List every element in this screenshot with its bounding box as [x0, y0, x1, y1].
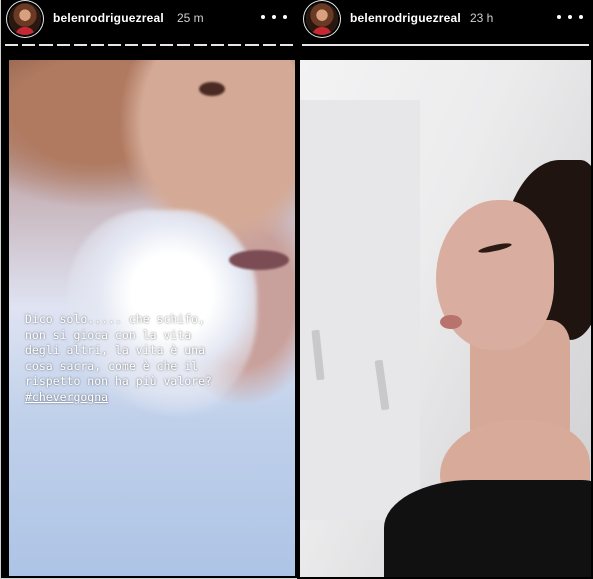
- post-time: 23 h: [470, 11, 494, 25]
- story-header: belenrodriguezreal 25 m: [1, 0, 297, 48]
- username[interactable]: belenrodriguezreal: [53, 11, 164, 25]
- profile-avatar[interactable]: [306, 3, 338, 35]
- hashtag-link[interactable]: #chevergogna: [25, 390, 291, 406]
- story-photo: [300, 60, 591, 577]
- story-progress-bar: [5, 44, 293, 47]
- caption-line: cosa sacra, come è che il: [25, 358, 199, 373]
- caption-line: rispetto non ha più valore?: [25, 374, 212, 388]
- story-panel-left[interactable]: belenrodriguezreal 25 m Dico solo..... c…: [0, 0, 297, 579]
- story-caption: Dico solo..... che schifo, non si gioca …: [25, 312, 291, 405]
- caption-line: degli altri, la vita è una: [25, 343, 206, 357]
- post-time: 25 m: [177, 11, 204, 25]
- more-options-icon[interactable]: [261, 9, 287, 25]
- story-media: [300, 60, 591, 577]
- username[interactable]: belenrodriguezreal: [350, 11, 461, 25]
- story-panel-right[interactable]: belenrodriguezreal 23 h: [297, 0, 593, 579]
- caption-line: Dico solo..... che schifo,: [25, 312, 206, 326]
- story-progress-bar: [302, 44, 589, 47]
- more-options-icon[interactable]: [557, 9, 583, 25]
- caption-line: non si gioca con la vita: [25, 327, 192, 342]
- story-header: belenrodriguezreal 23 h: [298, 0, 593, 48]
- profile-avatar[interactable]: [9, 3, 41, 35]
